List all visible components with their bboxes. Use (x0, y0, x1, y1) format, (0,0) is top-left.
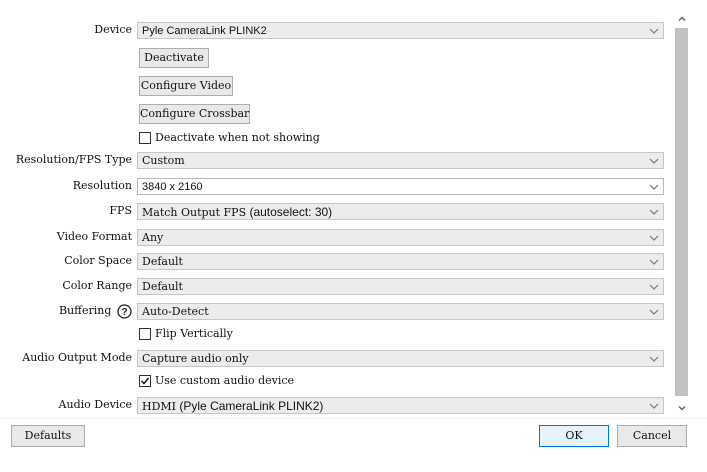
color-space-select[interactable]: Default (137, 253, 664, 270)
cancel-button[interactable]: Cancel (617, 425, 687, 447)
chevron-down-icon (649, 28, 659, 34)
audio-device-label: Audio Device (58, 398, 132, 411)
res-fps-type-value: Custom (142, 154, 185, 167)
flip-vertically-checkbox[interactable] (139, 328, 151, 340)
audio-output-mode-label: Audio Output Mode (22, 351, 132, 364)
deactivate-when-not-showing-checkbox[interactable] (139, 132, 151, 144)
color-space-label: Color Space (64, 254, 132, 267)
resolution-value: 3840 x 2160 (142, 181, 203, 193)
audio-device-value: HDMI (Pyle CameraLink PLINK2) (142, 399, 323, 414)
buffering-label: Buffering (59, 304, 112, 317)
chevron-down-icon (649, 158, 659, 164)
deactivate-when-not-showing-label: Deactivate when not showing (155, 131, 320, 144)
color-range-select[interactable]: Default (137, 278, 664, 295)
resolution-combobox[interactable]: 3840 x 2160 (137, 178, 664, 195)
device-select-value: Pyle CameraLink PLINK2 (142, 25, 267, 37)
configure-video-button[interactable]: Configure Video (139, 76, 233, 96)
device-select[interactable]: Pyle CameraLink PLINK2 (137, 22, 664, 39)
fps-label: FPS (109, 204, 132, 217)
scroll-down-arrow-icon[interactable] (677, 403, 687, 413)
use-custom-audio-device-checkbox[interactable] (139, 375, 151, 387)
chevron-down-icon (649, 403, 659, 409)
video-format-value: Any (142, 231, 164, 244)
audio-device-value-detail: (Pyle CameraLink PLINK2) (176, 399, 324, 413)
chevron-down-icon (649, 235, 659, 241)
svg-text:?: ? (121, 307, 127, 318)
checkmark-icon (140, 377, 150, 385)
device-label: Device (94, 23, 132, 36)
chevron-down-icon (649, 209, 659, 215)
res-fps-type-select[interactable]: Custom (137, 152, 664, 169)
audio-device-select[interactable]: HDMI (Pyle CameraLink PLINK2) (137, 397, 664, 414)
chevron-down-icon (649, 356, 659, 362)
scroll-up-arrow-icon[interactable] (677, 14, 687, 24)
flip-vertically-label: Flip Vertically (155, 327, 233, 340)
fps-value-main: Match Output FPS (142, 206, 247, 219)
footer-divider (0, 418, 707, 419)
audio-output-mode-value: Capture audio only (142, 352, 249, 365)
scrollbar-thumb[interactable] (675, 28, 688, 396)
fps-select[interactable]: Match Output FPS (autoselect: 30) (137, 203, 664, 220)
buffering-value: Auto-Detect (142, 305, 209, 318)
chevron-down-icon (649, 259, 659, 265)
deactivate-button[interactable]: Deactivate (139, 48, 209, 68)
buffering-select[interactable]: Auto-Detect (137, 303, 664, 320)
fps-value: Match Output FPS (autoselect: 30) (142, 205, 332, 220)
chevron-down-icon (649, 284, 659, 290)
res-fps-type-label: Resolution/FPS Type (15, 153, 132, 166)
color-range-value: Default (142, 280, 183, 293)
question-circle-icon[interactable]: ? (117, 304, 132, 319)
audio-device-value-main: HDMI (142, 400, 177, 413)
audio-output-mode-select[interactable]: Capture audio only (137, 350, 664, 367)
defaults-button[interactable]: Defaults (11, 425, 85, 447)
resolution-label: Resolution (72, 179, 132, 192)
chevron-down-icon (649, 184, 659, 190)
ok-button[interactable]: OK (539, 425, 609, 447)
fps-value-autoselect: (autoselect: 30) (246, 205, 333, 219)
color-range-label: Color Range (62, 279, 132, 292)
video-format-label: Video Format (56, 230, 132, 243)
color-space-value: Default (142, 255, 183, 268)
use-custom-audio-device-label: Use custom audio device (155, 374, 295, 387)
video-format-select[interactable]: Any (137, 229, 664, 246)
configure-crossbar-button[interactable]: Configure Crossbar (139, 104, 250, 124)
chevron-down-icon (649, 309, 659, 315)
